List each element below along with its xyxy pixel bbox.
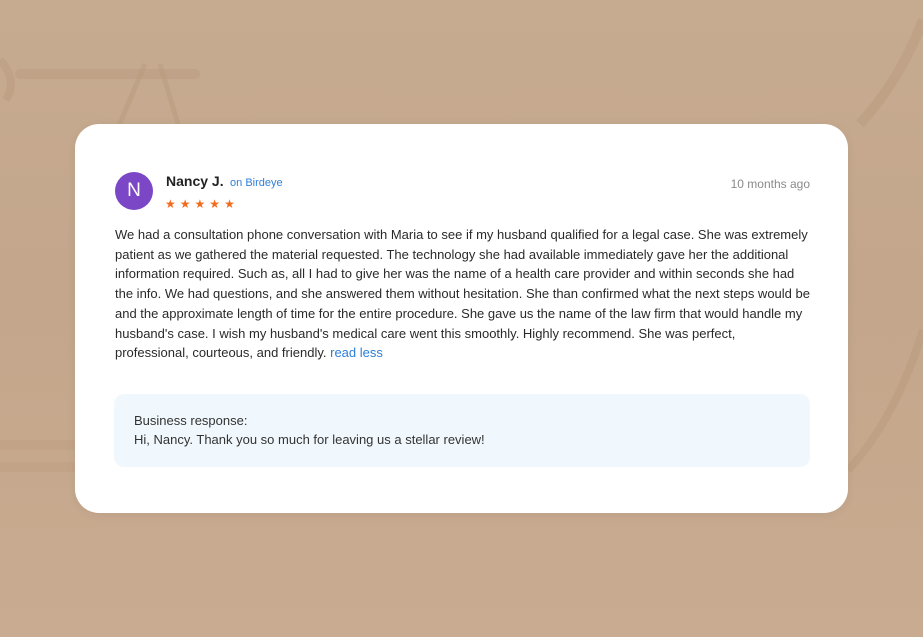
business-response-box: Business response: Hi, Nancy. Thank you … bbox=[114, 394, 810, 467]
review-text: We had a consultation phone conversation… bbox=[115, 227, 810, 361]
star-rating: ★ ★ ★ ★ ★ bbox=[165, 197, 235, 211]
star-icon: ★ bbox=[179, 197, 191, 211]
star-icon: ★ bbox=[194, 197, 206, 211]
review-timestamp: 10 months ago bbox=[730, 177, 810, 191]
reviewer-name: Nancy J. bbox=[166, 173, 224, 189]
star-icon: ★ bbox=[165, 197, 176, 211]
review-card: N Nancy J. on Birdeye ★ ★ ★ ★ ★ 10 month… bbox=[75, 124, 848, 513]
review-source-link[interactable]: on Birdeye bbox=[230, 177, 283, 189]
business-response-text: Hi, Nancy. Thank you so much for leaving… bbox=[134, 432, 485, 447]
reviewer-header: Nancy J. on Birdeye bbox=[166, 173, 283, 191]
star-icon: ★ bbox=[224, 197, 235, 211]
avatar: N bbox=[115, 172, 153, 210]
review-body: We had a consultation phone conversation… bbox=[115, 225, 810, 363]
read-less-link[interactable]: read less bbox=[330, 345, 383, 360]
business-response-label: Business response: bbox=[134, 413, 248, 428]
star-icon: ★ bbox=[209, 197, 221, 211]
